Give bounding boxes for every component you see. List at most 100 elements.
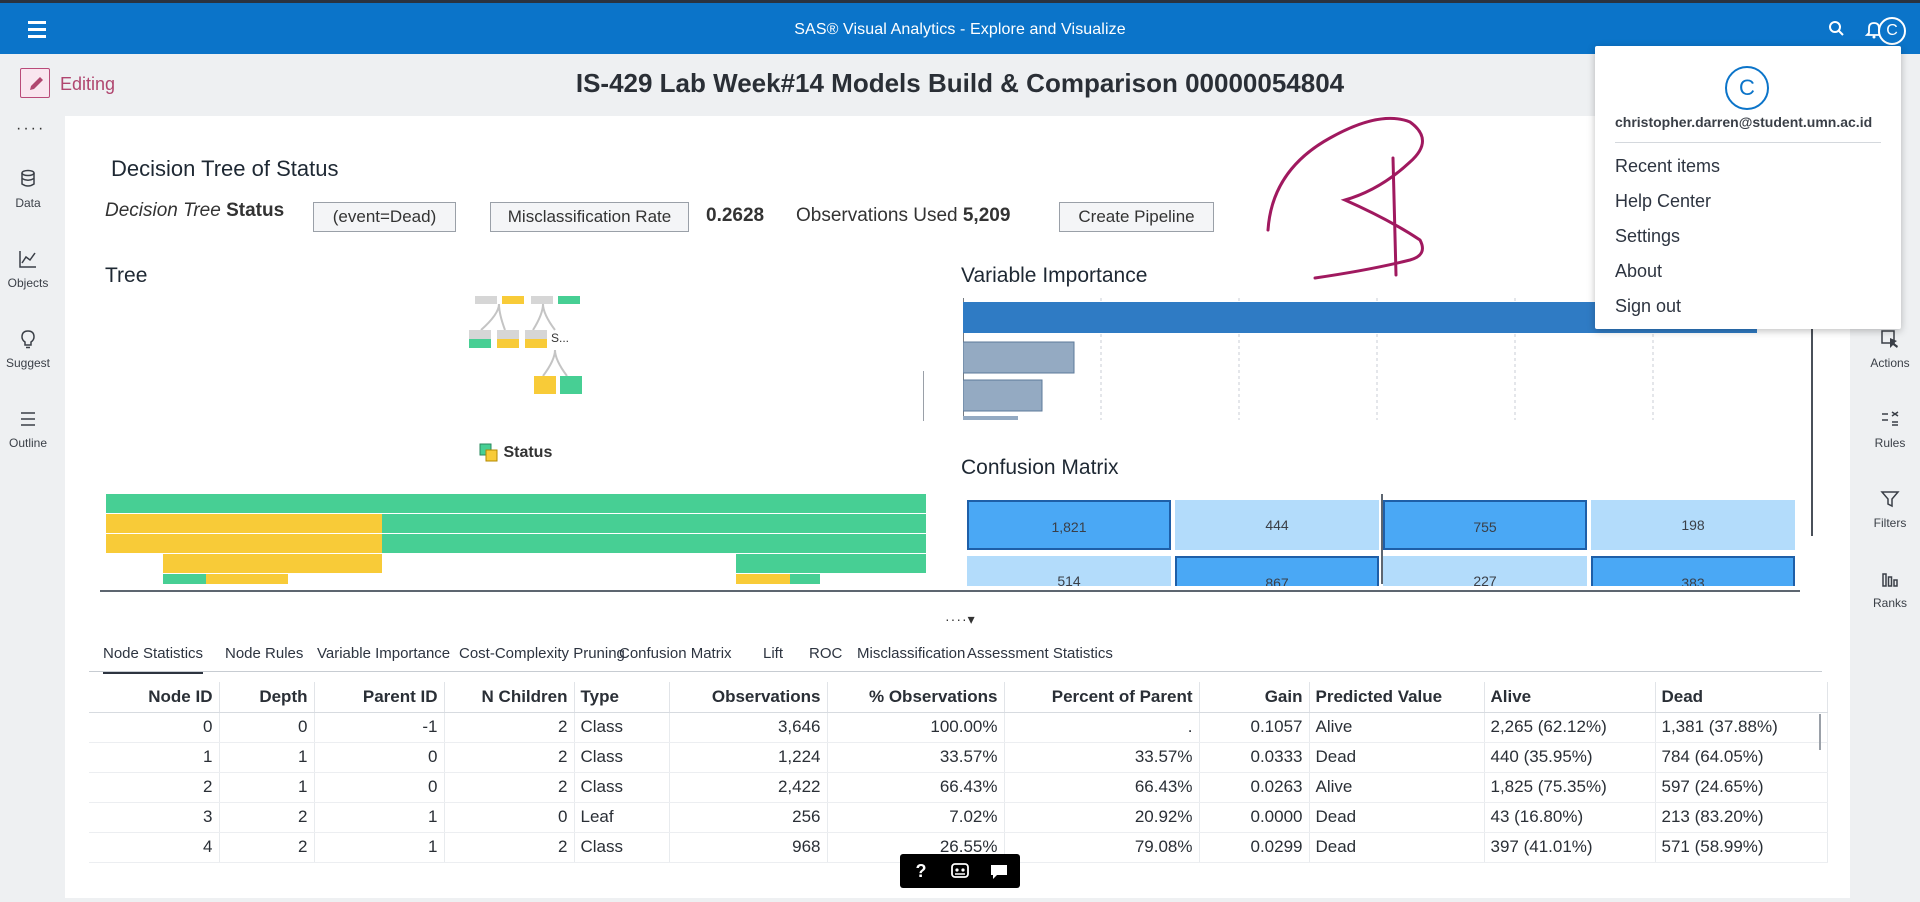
table-cell: 2,265 (62.12%): [1484, 712, 1656, 743]
table-cell: 33.57%: [1004, 742, 1200, 773]
table-row[interactable]: 1 1 0 2 Class 1,224 33.57% 33.57% 0.0333 Dead 440 …: [89, 742, 1828, 773]
varimp-bar[interactable]: [963, 379, 1043, 412]
confusion-matrix-cell[interactable]: 444: [1175, 500, 1379, 550]
confusion-matrix-cell[interactable]: 227: [1383, 556, 1587, 586]
column-header[interactable]: Depth: [219, 682, 315, 713]
table-cell: 79.08%: [1004, 832, 1200, 863]
column-header[interactable]: Predicted Value: [1309, 682, 1485, 713]
column-header[interactable]: N Children: [444, 682, 575, 713]
table-cell: 2: [89, 772, 220, 803]
model-type-label: Decision Tree: [105, 200, 221, 221]
column-header[interactable]: Dead: [1655, 682, 1828, 713]
nav-suggest-label: Suggest: [5, 356, 51, 370]
bottom-toolbar: ?: [900, 854, 1020, 888]
table-cell: 2: [444, 772, 575, 803]
table-header-row: Node ID Depth Parent ID N Children Type Obser…: [89, 682, 1828, 713]
nav-outline[interactable]: Outline: [0, 408, 56, 450]
table-cell: 1: [219, 742, 315, 773]
table-cell: 571 (58.99%): [1655, 832, 1828, 863]
table-row[interactable]: 3 2 1 0 Leaf 256 7.02% 20.92% 0.0000 Dead 43 (16.8…: [89, 802, 1828, 833]
chat-icon[interactable]: [984, 858, 1014, 884]
filter-icon: [1880, 491, 1900, 508]
table-cell: 256: [669, 802, 828, 833]
menu-help-center[interactable]: Help Center: [1615, 191, 1711, 212]
report-canvas: Decision Tree of Status Decision Tree St…: [65, 116, 1850, 898]
column-header[interactable]: Percent of Parent: [1004, 682, 1200, 713]
accessibility-icon[interactable]: [945, 858, 975, 884]
tab-variable-importance[interactable]: Variable Importance: [317, 645, 450, 662]
help-button[interactable]: ?: [906, 858, 936, 884]
menu-about[interactable]: About: [1615, 261, 1662, 282]
menu-recent-items[interactable]: Recent items: [1615, 156, 1720, 177]
tab-node-statistics[interactable]: Node Statistics: [103, 645, 204, 674]
menu-sign-out[interactable]: Sign out: [1615, 296, 1681, 317]
tree-overview-icicle[interactable]: [106, 494, 928, 586]
tab-roc[interactable]: ROC: [809, 645, 842, 662]
line-chart-icon: [19, 251, 36, 268]
table-cell: 1,224: [669, 742, 828, 773]
column-header[interactable]: Observations: [669, 682, 828, 713]
table-cell: 0.0263: [1199, 772, 1310, 803]
tab-confusion-matrix[interactable]: Confusion Matrix: [619, 645, 732, 662]
confusion-matrix-title: Confusion Matrix: [961, 456, 1119, 479]
search-icon[interactable]: [1826, 18, 1848, 40]
tab-lift[interactable]: Lift: [763, 645, 783, 662]
nav-rules-label: Rules: [1874, 436, 1906, 450]
column-header[interactable]: Type: [574, 682, 670, 713]
table-cell: 597 (24.65%): [1655, 772, 1828, 803]
profile-menu: C christopher.darren@student.umn.ac.id R…: [1595, 46, 1901, 329]
tree-legend: Status: [479, 443, 552, 463]
confusion-matrix-cell[interactable]: 1,821: [967, 500, 1171, 550]
response-variable: Status: [226, 200, 285, 221]
column-header[interactable]: % Observations: [827, 682, 1005, 713]
table-scrollbar[interactable]: [1819, 714, 1821, 750]
nav-suggest[interactable]: Suggest: [0, 328, 56, 370]
user-avatar-button[interactable]: C: [1878, 17, 1906, 45]
column-header[interactable]: Alive: [1484, 682, 1656, 713]
tree-diagram[interactable]: S...: [455, 294, 615, 404]
table-cell: 66.43%: [827, 772, 1005, 803]
table-cell: -1: [314, 712, 445, 743]
table-row[interactable]: 0 0 -1 2 Class 3,646 100.00%. 0.1057 Alive 2,265 …: [89, 712, 1828, 743]
resize-handle-icon[interactable]: ····▾: [945, 611, 976, 628]
confusion-matrix-cell[interactable]: 198: [1591, 500, 1795, 550]
nav-filters[interactable]: Filters: [1860, 488, 1920, 530]
metric-selector[interactable]: Misclassification Rate: [490, 202, 689, 232]
node-statistics-table: Node ID Depth Parent ID N Children Type Obser…: [89, 682, 1828, 863]
table-cell: Class: [574, 712, 670, 743]
menu-settings[interactable]: Settings: [1615, 226, 1680, 247]
table-cell: 0: [314, 772, 445, 803]
column-header[interactable]: Node ID: [89, 682, 220, 713]
more-options-icon[interactable]: ····: [16, 120, 45, 138]
nav-filters-label: Filters: [1873, 516, 1907, 530]
lightbulb-icon: [21, 330, 35, 349]
confusion-matrix-cell[interactable]: 755: [1383, 500, 1587, 550]
profile-divider: [1615, 142, 1881, 143]
tab-misclassification[interactable]: Misclassification: [857, 645, 965, 662]
nav-ranks[interactable]: Ranks: [1860, 568, 1920, 610]
confusion-matrix-cell[interactable]: 867: [1175, 556, 1379, 586]
column-header[interactable]: Parent ID: [314, 682, 445, 713]
varimp-scrollbar[interactable]: [1811, 296, 1813, 536]
tree-scroll-divider: [923, 371, 924, 421]
varimp-bar[interactable]: [963, 341, 1075, 374]
nav-data[interactable]: Data: [0, 168, 56, 210]
create-pipeline-button[interactable]: Create Pipeline: [1059, 202, 1214, 232]
column-header[interactable]: Gain: [1199, 682, 1310, 713]
confusion-matrix-cell[interactable]: 514: [967, 556, 1171, 586]
nav-actions[interactable]: Actions: [1860, 328, 1920, 370]
event-chip[interactable]: (event=Dead): [313, 202, 456, 232]
nav-objects[interactable]: Objects: [0, 248, 56, 290]
nav-rules[interactable]: Rules: [1860, 408, 1920, 450]
tab-cost-complexity-pruning[interactable]: Cost-Complexity Pruning: [459, 645, 625, 662]
profile-email: christopher.darren@student.umn.ac.id: [1615, 114, 1873, 130]
cursor-icon: [1881, 330, 1898, 348]
confusion-matrix-cell[interactable]: 383: [1591, 556, 1795, 586]
table-cell: 7.02%: [827, 802, 1005, 833]
varimp-bar-partial[interactable]: [963, 416, 1018, 420]
table-row[interactable]: 2 1 0 2 Class 2,422 66.43% 66.43% 0.0263 Alive 1,8…: [89, 772, 1828, 803]
tab-node-rules[interactable]: Node Rules: [225, 645, 303, 662]
app-title: SAS® Visual Analytics - Explore and Visu…: [794, 21, 1126, 38]
nav-objects-label: Objects: [7, 276, 49, 290]
tab-assessment-statistics[interactable]: Assessment Statistics: [967, 645, 1113, 662]
